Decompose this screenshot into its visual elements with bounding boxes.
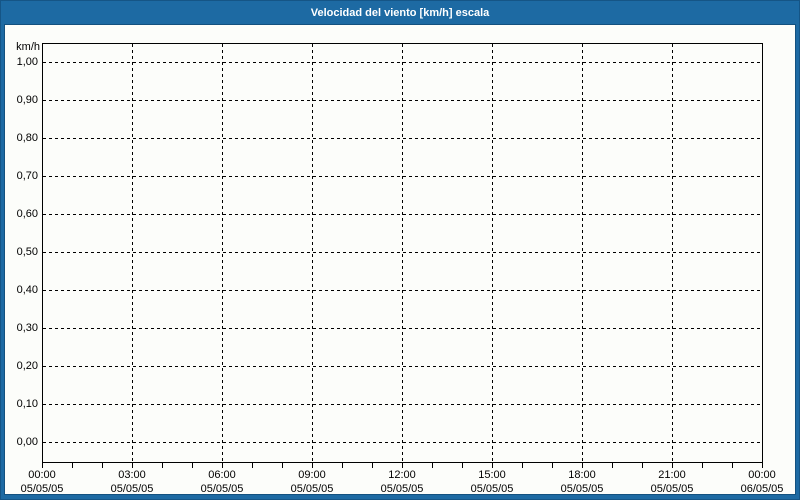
chart-window: Velocidad del viento [km/h] escala km/h … (0, 0, 800, 500)
x-time-label: 12:00 (388, 469, 416, 481)
x-tick (372, 463, 373, 468)
y-tick-label: 0,70 (16, 170, 38, 182)
y-tick-label: 0,30 (16, 322, 38, 334)
y-tick-label: 0,00 (16, 436, 38, 448)
x-time-label: 09:00 (298, 469, 326, 481)
x-grid-line (582, 44, 583, 462)
plot-area (42, 43, 763, 463)
x-tick (192, 463, 193, 468)
y-tick-label: 0,80 (16, 132, 38, 144)
x-tick (42, 463, 43, 468)
x-tick (252, 463, 253, 468)
x-time-label: 18:00 (568, 469, 596, 481)
x-tick (462, 463, 463, 468)
x-time-label: 06:00 (208, 469, 236, 481)
x-tick (672, 463, 673, 468)
x-date-label: 05/05/05 (650, 483, 694, 495)
x-grid-line (312, 44, 313, 462)
x-date-label: 05/05/05 (380, 483, 424, 495)
x-grid-line (672, 44, 673, 462)
x-tick (582, 463, 583, 468)
x-time-label: 00:00 (28, 469, 56, 481)
x-tick (282, 463, 283, 468)
x-date-label: 05/05/05 (200, 483, 244, 495)
x-date-label: 05/05/05 (110, 483, 154, 495)
x-time-label: 03:00 (118, 469, 146, 481)
x-tick (402, 463, 403, 468)
x-date-label: 05/05/05 (20, 483, 64, 495)
y-tick-label: 0,40 (16, 284, 38, 296)
x-tick (102, 463, 103, 468)
x-tick (732, 463, 733, 468)
y-tick-label: 1,00 (16, 56, 38, 68)
x-date-label: 06/05/05 (740, 483, 784, 495)
y-tick-label: 0,60 (16, 208, 38, 220)
chart-title-bar: Velocidad del viento [km/h] escala (1, 1, 799, 24)
x-tick (492, 463, 493, 468)
y-tick-label: 0,50 (16, 246, 38, 258)
chart-title: Velocidad del viento [km/h] escala (310, 6, 490, 19)
x-tick (702, 463, 703, 468)
x-tick (642, 463, 643, 468)
y-axis-unit-label: km/h (16, 41, 40, 53)
x-grid-line (402, 44, 403, 462)
x-grid-line (222, 44, 223, 462)
x-tick (552, 463, 553, 468)
y-tick-label: 0,90 (16, 94, 38, 106)
y-tick-label: 0,10 (16, 398, 38, 410)
x-tick (162, 463, 163, 468)
x-tick (72, 463, 73, 468)
x-date-label: 05/05/05 (290, 483, 334, 495)
x-time-label: 00:00 (748, 469, 776, 481)
x-date-label: 05/05/05 (470, 483, 514, 495)
x-grid-line (492, 44, 493, 462)
x-tick (762, 463, 763, 468)
x-tick (132, 463, 133, 468)
x-date-label: 05/05/05 (560, 483, 604, 495)
x-time-label: 15:00 (478, 469, 506, 481)
chart-area: km/h 1,00 0,90 0,80 0,70 0,60 0,50 0,40 0,30 0,2… (4, 24, 796, 495)
x-tick (222, 463, 223, 468)
x-time-label: 21:00 (658, 469, 686, 481)
x-tick (432, 463, 433, 468)
x-tick (612, 463, 613, 468)
x-tick (312, 463, 313, 468)
x-tick (342, 463, 343, 468)
y-tick-label: 0,20 (16, 360, 38, 372)
x-grid-line (132, 44, 133, 462)
x-tick (522, 463, 523, 468)
